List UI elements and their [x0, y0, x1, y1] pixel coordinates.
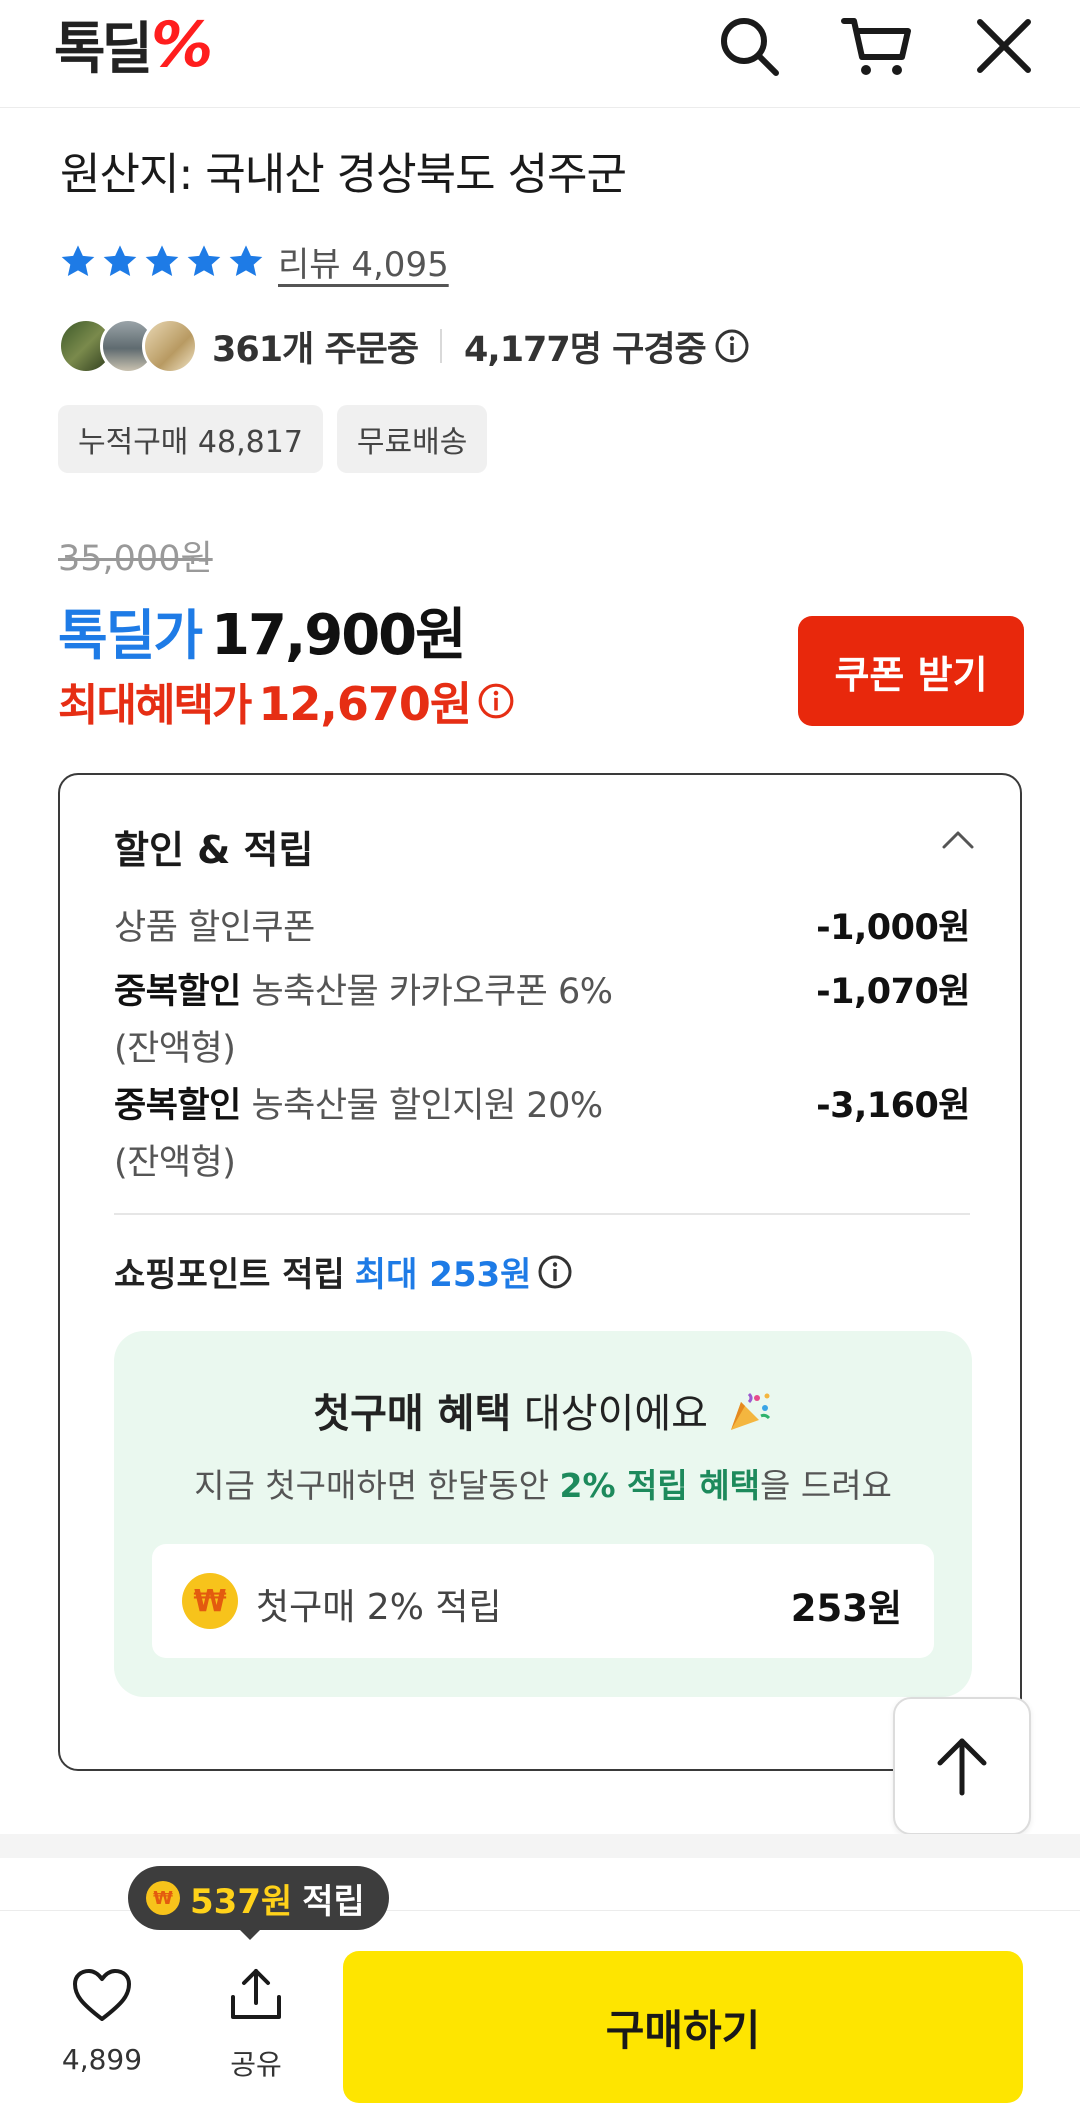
info-icon[interactable] [714, 328, 750, 364]
discount-line-tag: 중복할인 [114, 972, 241, 1012]
discount-line: 상품 할인쿠폰 -1,000원 [114, 899, 970, 950]
discount-line-amount: -1,000원 [816, 908, 970, 948]
origin-text: 원산지: 국내산 경상북도 성주군 [60, 149, 627, 200]
arrow-up-icon [937, 1738, 987, 1796]
star-icon [61, 244, 95, 276]
divider [440, 329, 443, 363]
party-popper-icon [727, 1388, 773, 1444]
shopping-points-row: 쇼핑포인트 적립 최대 253원 [114, 1247, 573, 1296]
product-chips: 누적구매 48,817 무료배송 [58, 405, 488, 473]
search-icon[interactable] [709, 6, 789, 86]
discount-line-text: 농축산물 할인지원 20% [251, 1086, 603, 1126]
buyer-avatars [58, 318, 198, 374]
discount-line-text: 상품 할인쿠폰 [114, 908, 315, 948]
rating-row: 리뷰 4,095 [58, 237, 449, 286]
first-purchase-title-rest: 대상이에요 [523, 1391, 708, 1437]
review-link[interactable]: 리뷰 4,095 [278, 237, 449, 286]
activity-row: 361개 주문중 4,177명 구경중 [58, 318, 750, 374]
viewers-count: 4,177명 구경중 [464, 329, 707, 370]
orders-count: 361개 주문중 [212, 329, 419, 370]
first-purchase-benefit-card: 첫구매 혜택 대상이에요 지금 첫구매하면 한달동안 2% 적립 혜택을 드려요… [114, 1331, 972, 1697]
won-coin-icon: ₩ [182, 1573, 238, 1629]
first-purchase-sub-bold: 2% 적립 혜택 [559, 1466, 760, 1505]
like-count: 4,899 [61, 2043, 143, 2076]
logo-text: 톡딜 [54, 16, 153, 82]
cart-icon[interactable] [836, 6, 916, 86]
discount-line: 중복할인 농축산물 할인지원 20% (잔액형) -3,160원 [114, 1077, 970, 1185]
chevron-up-icon[interactable] [940, 827, 976, 855]
discount-line: 중복할인 농축산물 카카오쿠폰 6% (잔액형) -1,070원 [114, 963, 970, 1071]
discount-panel: 할인 & 적립 상품 할인쿠폰 -1,000원 중복할인 농축산물 카카오쿠폰 … [58, 773, 1022, 1771]
first-purchase-sub-post: 을 드려요 [759, 1466, 892, 1505]
get-coupon-button[interactable]: 쿠폰 받기 [798, 616, 1024, 726]
tooltip-amount: 537원 [190, 1881, 293, 1922]
free-shipping-chip: 무료배송 [336, 405, 488, 473]
share-label: 공유 [230, 2048, 282, 2081]
deal-price: 17,900원 [211, 603, 467, 668]
deal-price-label: 톡딜가 [58, 604, 203, 667]
discount-title: 할인 & 적립 [114, 828, 314, 872]
star-icon [187, 244, 221, 276]
talkdeal-logo[interactable]: 톡딜 % [54, 8, 213, 82]
app-header: 톡딜 % [0, 0, 1080, 108]
discount-line-sub: (잔액형) [114, 1143, 236, 1183]
divider [114, 1213, 970, 1215]
shopping-points-label: 쇼핑포인트 적립 [114, 1255, 345, 1295]
shopping-points-value: 최대 253원 [354, 1255, 532, 1295]
discount-line-tag: 중복할인 [114, 1086, 241, 1126]
points-tooltip: ₩ 537원 적립 [128, 1866, 389, 1930]
discount-line-amount: -3,160원 [816, 1086, 970, 1126]
original-price: 35,000원 [58, 539, 213, 579]
rating-stars [58, 242, 266, 282]
tooltip-tail [238, 1928, 262, 1940]
star-icon [145, 244, 179, 276]
first-purchase-title: 첫구매 혜택 대상이에요 [114, 1381, 972, 1444]
bottom-action-bar: 4,899 공유 구매하기 [0, 1910, 1080, 2118]
discount-line-sub: (잔액형) [114, 1029, 236, 1069]
tooltip-text: 적립 [302, 1881, 365, 1922]
buy-button[interactable]: 구매하기 [343, 1951, 1023, 2103]
first-purchase-title-bold: 첫구매 혜택 [313, 1391, 512, 1437]
deal-price-row: 톡딜가 17,900원 [58, 590, 467, 671]
cumulative-purchase-chip: 누적구매 48,817 [58, 405, 323, 473]
like-button[interactable]: 4,899 [50, 1963, 154, 2083]
logo-percent-mark: % [151, 7, 214, 81]
star-icon [229, 244, 263, 276]
section-gap [0, 1834, 1080, 1858]
first-purchase-subtitle: 지금 첫구매하면 한달동안 2% 적립 혜택을 드려요 [114, 1459, 972, 1507]
close-icon[interactable] [964, 6, 1044, 86]
share-button[interactable]: 공유 [204, 1963, 308, 2083]
discount-line-amount: -1,070원 [816, 972, 970, 1012]
share-icon [231, 1969, 281, 2019]
discount-line-text: 농축산물 카카오쿠폰 6% [251, 972, 613, 1012]
avatar [142, 318, 198, 374]
max-benefit-row: 최대혜택가 12,670원 [58, 668, 515, 734]
first-purchase-reward-amount: 253원 [790, 1587, 902, 1630]
scroll-to-top-button[interactable] [893, 1697, 1031, 1835]
won-coin-icon: ₩ [146, 1881, 180, 1915]
info-icon[interactable] [537, 1254, 573, 1290]
first-purchase-reward-row: ₩ 첫구매 2% 적립 253원 [152, 1544, 934, 1658]
heart-icon [73, 1969, 131, 2021]
max-benefit-price: 12,670원 [258, 677, 472, 731]
max-benefit-label: 최대혜택가 [58, 680, 252, 731]
first-purchase-sub-pre: 지금 첫구매하면 한달동안 [194, 1466, 550, 1505]
info-icon[interactable] [477, 682, 515, 720]
star-icon [103, 244, 137, 276]
first-purchase-reward-label: 첫구매 2% 적립 [256, 1587, 502, 1628]
